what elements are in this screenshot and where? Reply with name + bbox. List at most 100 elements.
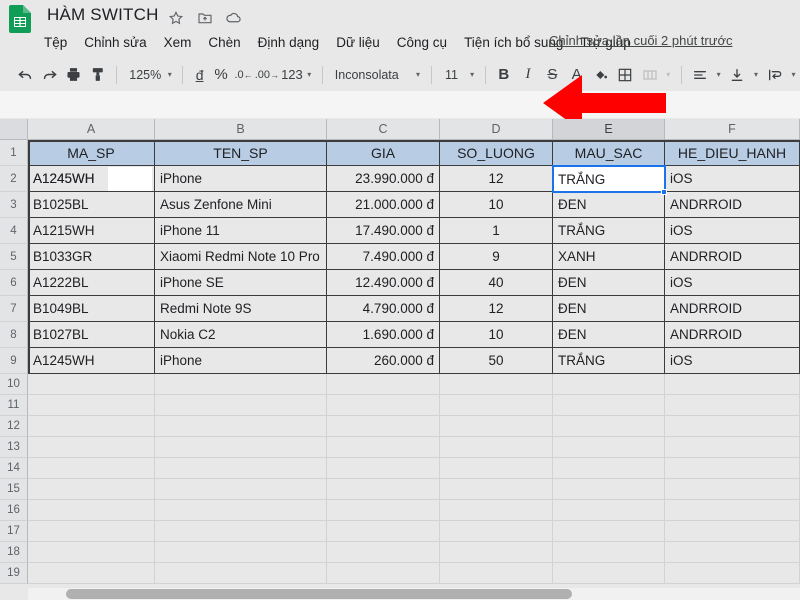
cell-B16[interactable] bbox=[155, 500, 327, 521]
cell-F10[interactable] bbox=[665, 374, 800, 395]
column-header-a[interactable]: A bbox=[28, 119, 155, 140]
merge-cells-icon[interactable] bbox=[637, 62, 661, 88]
cell-C12[interactable] bbox=[327, 416, 440, 437]
cell-B12[interactable] bbox=[155, 416, 327, 437]
cell-A1[interactable]: MA_SP bbox=[28, 140, 155, 166]
cell-C3[interactable]: 21.000.000 đ bbox=[327, 192, 440, 218]
cell-A6[interactable]: A1222BL bbox=[28, 270, 155, 296]
column-header-c[interactable]: C bbox=[327, 119, 440, 140]
cell-E1[interactable]: MAU_SAC bbox=[553, 140, 665, 166]
text-color-button[interactable]: A bbox=[565, 62, 589, 88]
cell-F3[interactable]: ANDRROID bbox=[665, 192, 800, 218]
cell-A16[interactable] bbox=[28, 500, 155, 521]
cell-C18[interactable] bbox=[327, 542, 440, 563]
selected-cell-e2[interactable]: TRẮNG bbox=[552, 165, 666, 193]
align-chevron-down-icon[interactable]: ▾ bbox=[712, 62, 725, 88]
vertical-align-icon[interactable] bbox=[725, 62, 749, 88]
vertical-align-chevron-down-icon[interactable]: ▾ bbox=[750, 62, 763, 88]
cell-C6[interactable]: 12.490.000 đ bbox=[327, 270, 440, 296]
row-header-8[interactable]: 8 bbox=[0, 322, 28, 348]
menu-item-view[interactable]: Xem bbox=[164, 35, 192, 50]
undo-button[interactable] bbox=[13, 62, 37, 88]
percent-format-button[interactable]: % bbox=[210, 62, 232, 88]
horizontal-scrollbar-thumb[interactable] bbox=[66, 589, 572, 599]
cell-D17[interactable] bbox=[440, 521, 553, 542]
cell-F5[interactable]: ANDRROID bbox=[665, 244, 800, 270]
cell-A4[interactable]: A1215WH bbox=[28, 218, 155, 244]
row-header-3[interactable]: 3 bbox=[0, 192, 28, 218]
cell-C7[interactable]: 4.790.000 đ bbox=[327, 296, 440, 322]
page-title[interactable]: HÀM SWITCH bbox=[47, 5, 159, 25]
column-header-b[interactable]: B bbox=[155, 119, 327, 140]
row-header-4[interactable]: 4 bbox=[0, 218, 28, 244]
italic-button[interactable]: I bbox=[516, 62, 540, 88]
cell-C19[interactable] bbox=[327, 563, 440, 584]
cell-D19[interactable] bbox=[440, 563, 553, 584]
cell-A19[interactable] bbox=[28, 563, 155, 584]
align-icon[interactable] bbox=[688, 62, 712, 88]
cell-E10[interactable] bbox=[553, 374, 665, 395]
cell-B17[interactable] bbox=[155, 521, 327, 542]
cell-E18[interactable] bbox=[553, 542, 665, 563]
number-format-chevron-down-icon[interactable]: ▾ bbox=[303, 62, 316, 88]
font-size-value[interactable]: 11 bbox=[438, 62, 466, 88]
font-chevron-down-icon[interactable]: ▾ bbox=[411, 62, 424, 88]
cell-C9[interactable]: 260.000 đ bbox=[327, 348, 440, 374]
cell-E5[interactable]: XANH bbox=[553, 244, 665, 270]
cell-D10[interactable] bbox=[440, 374, 553, 395]
cell-C17[interactable] bbox=[327, 521, 440, 542]
menu-item-data[interactable]: Dữ liệu bbox=[336, 35, 380, 50]
cell-A9[interactable]: A1245WH bbox=[28, 348, 155, 374]
cell-F16[interactable] bbox=[665, 500, 800, 521]
cell-F14[interactable] bbox=[665, 458, 800, 479]
cell-C15[interactable] bbox=[327, 479, 440, 500]
cell-D12[interactable] bbox=[440, 416, 553, 437]
column-header-f[interactable]: F bbox=[665, 119, 800, 140]
cell-C2[interactable]: 23.990.000 đ bbox=[327, 166, 440, 192]
cell-F6[interactable]: iOS bbox=[665, 270, 800, 296]
row-header-2[interactable]: 2 bbox=[0, 166, 28, 192]
column-header-e[interactable]: E bbox=[553, 119, 665, 140]
cell-E12[interactable] bbox=[553, 416, 665, 437]
row-header-16[interactable]: 16 bbox=[0, 500, 28, 521]
cell-F19[interactable] bbox=[665, 563, 800, 584]
cell-C16[interactable] bbox=[327, 500, 440, 521]
cell-E7[interactable]: ĐEN bbox=[553, 296, 665, 322]
font-family-value[interactable]: Inconsolata bbox=[329, 62, 412, 88]
cell-A3[interactable]: B1025BL bbox=[28, 192, 155, 218]
merge-chevron-down-icon[interactable]: ▾ bbox=[662, 62, 675, 88]
cell-F18[interactable] bbox=[665, 542, 800, 563]
menu-item-file[interactable]: Tệp bbox=[44, 35, 67, 50]
row-header-6[interactable]: 6 bbox=[0, 270, 28, 296]
cell-E15[interactable] bbox=[553, 479, 665, 500]
menu-item-edit[interactable]: Chỉnh sửa bbox=[84, 35, 146, 50]
redo-button[interactable] bbox=[37, 62, 61, 88]
bold-button[interactable]: B bbox=[492, 62, 516, 88]
cell-D6[interactable]: 40 bbox=[440, 270, 553, 296]
row-header-15[interactable]: 15 bbox=[0, 479, 28, 500]
cell-E6[interactable]: ĐEN bbox=[553, 270, 665, 296]
currency-format-button[interactable]: đ bbox=[189, 62, 210, 88]
menu-item-tools[interactable]: Công cụ bbox=[397, 35, 447, 50]
cell-D8[interactable]: 10 bbox=[440, 322, 553, 348]
cell-C13[interactable] bbox=[327, 437, 440, 458]
last-edit-link[interactable]: Chỉnh sửa lần cuối 2 phút trước bbox=[549, 33, 732, 48]
row-header-11[interactable]: 11 bbox=[0, 395, 28, 416]
cell-E17[interactable] bbox=[553, 521, 665, 542]
cell-B13[interactable] bbox=[155, 437, 327, 458]
cell-A15[interactable] bbox=[28, 479, 155, 500]
cell-D1[interactable]: SO_LUONG bbox=[440, 140, 553, 166]
cell-D16[interactable] bbox=[440, 500, 553, 521]
menu-item-insert[interactable]: Chèn bbox=[208, 35, 240, 50]
fill-color-icon[interactable] bbox=[589, 62, 613, 88]
row-header-19[interactable]: 19 bbox=[0, 563, 28, 584]
cell-E13[interactable] bbox=[553, 437, 665, 458]
column-header-d[interactable]: D bbox=[440, 119, 553, 140]
row-header-12[interactable]: 12 bbox=[0, 416, 28, 437]
cell-D9[interactable]: 50 bbox=[440, 348, 553, 374]
horizontal-scrollbar-track[interactable] bbox=[28, 588, 800, 600]
cell-E14[interactable] bbox=[553, 458, 665, 479]
cell-E9[interactable]: TRẮNG bbox=[553, 348, 665, 374]
cell-D14[interactable] bbox=[440, 458, 553, 479]
cell-F8[interactable]: ANDRROID bbox=[665, 322, 800, 348]
